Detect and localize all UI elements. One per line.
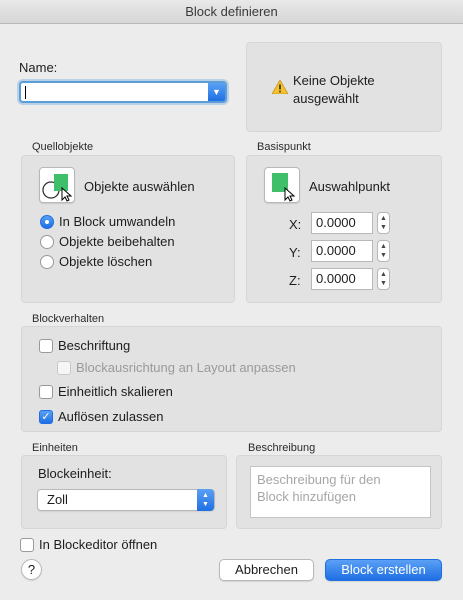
selection-warning-panel: Keine Objekte ausgewählt (246, 42, 442, 132)
allow-explode-label: Auflösen zulassen (58, 409, 164, 424)
pick-point-button[interactable] (264, 167, 300, 203)
radio-retain-label: Objekte beibehalten (59, 234, 175, 249)
y-label: Y: (289, 245, 301, 260)
description-title: Beschreibung (248, 442, 316, 454)
source-objects-title: Quellobjekte (32, 141, 94, 153)
x-label: X: (289, 217, 302, 232)
radio-delete-label: Objekte löschen (59, 254, 153, 269)
text-cursor (25, 86, 26, 99)
open-in-block-editor-checkbox[interactable] (20, 538, 34, 552)
name-combobox[interactable]: ▼ (19, 81, 227, 103)
units-panel: Blockeinheit: Zoll ▲ ▼ (21, 455, 227, 529)
block-unit-select[interactable]: Zoll ▲ ▼ (37, 489, 215, 511)
block-unit-value: Zoll (47, 492, 68, 507)
z-input[interactable]: 0.0000 (311, 268, 373, 290)
create-block-button[interactable]: Block erstellen (325, 559, 442, 581)
basepoint-title: Basispunkt (257, 141, 311, 153)
warning-text-line2: ausgewählt (293, 91, 359, 106)
warning-text-line1: Keine Objekte (293, 73, 375, 88)
radio-convert-label: In Block umwandeln (59, 214, 176, 229)
open-in-block-editor-label: In Blockeditor öffnen (39, 537, 158, 552)
y-input[interactable]: 0.0000 (311, 240, 373, 262)
chevron-updown-icon: ▲ ▼ (197, 489, 214, 511)
z-stepper[interactable]: ▲ ▼ (377, 268, 390, 290)
description-panel: Beschreibung für den Block hinzufügen (236, 455, 442, 529)
radio-convert-to-block[interactable] (40, 215, 54, 229)
cancel-button[interactable]: Abbrechen (219, 559, 314, 581)
warning-icon (272, 80, 288, 94)
source-objects-panel: Objekte auswählen In Block umwandeln Obj… (21, 155, 235, 303)
units-title: Einheiten (32, 442, 78, 454)
x-input[interactable]: 0.0000 (311, 212, 373, 234)
match-layout-label: Blockausrichtung an Layout anpassen (76, 360, 296, 375)
pick-point-label: Auswahlpunkt (309, 179, 390, 194)
block-behavior-title: Blockverhalten (32, 313, 105, 325)
radio-retain-objects[interactable] (40, 235, 54, 249)
select-objects-button[interactable] (39, 167, 75, 203)
annotative-checkbox[interactable] (39, 339, 53, 353)
x-stepper[interactable]: ▲ ▼ (377, 212, 390, 234)
block-unit-label: Blockeinheit: (38, 466, 112, 481)
chevron-down-icon[interactable]: ▼ (208, 83, 225, 101)
annotative-label: Beschriftung (58, 338, 131, 353)
select-objects-label: Objekte auswählen (84, 179, 195, 194)
allow-explode-checkbox[interactable]: ✓ (39, 410, 53, 424)
block-define-dialog: Name: ▼ Keine Objekte ausgewählt Quellob… (0, 24, 463, 600)
block-behavior-panel: Beschriftung Blockausrichtung an Layout … (21, 326, 442, 432)
description-placeholder-line2: Block hinzufügen (257, 489, 357, 504)
description-textarea[interactable]: Beschreibung für den Block hinzufügen (250, 466, 431, 518)
pick-point-icon (272, 173, 296, 202)
help-button[interactable]: ? (21, 559, 42, 580)
radio-delete-objects[interactable] (40, 255, 54, 269)
match-layout-checkbox[interactable] (57, 361, 71, 375)
uniform-scale-checkbox[interactable] (39, 385, 53, 399)
z-label: Z: (289, 273, 301, 288)
window-title: Block definieren (0, 0, 463, 24)
description-placeholder-line1: Beschreibung für den (257, 472, 381, 487)
select-objects-icon (42, 174, 73, 202)
uniform-scale-label: Einheitlich skalieren (58, 384, 173, 399)
name-label: Name: (19, 60, 58, 75)
basepoint-panel: Auswahlpunkt X: 0.0000 ▲ ▼ Y: 0.0000 ▲ ▼ Z… (246, 155, 442, 303)
y-stepper[interactable]: ▲ ▼ (377, 240, 390, 262)
